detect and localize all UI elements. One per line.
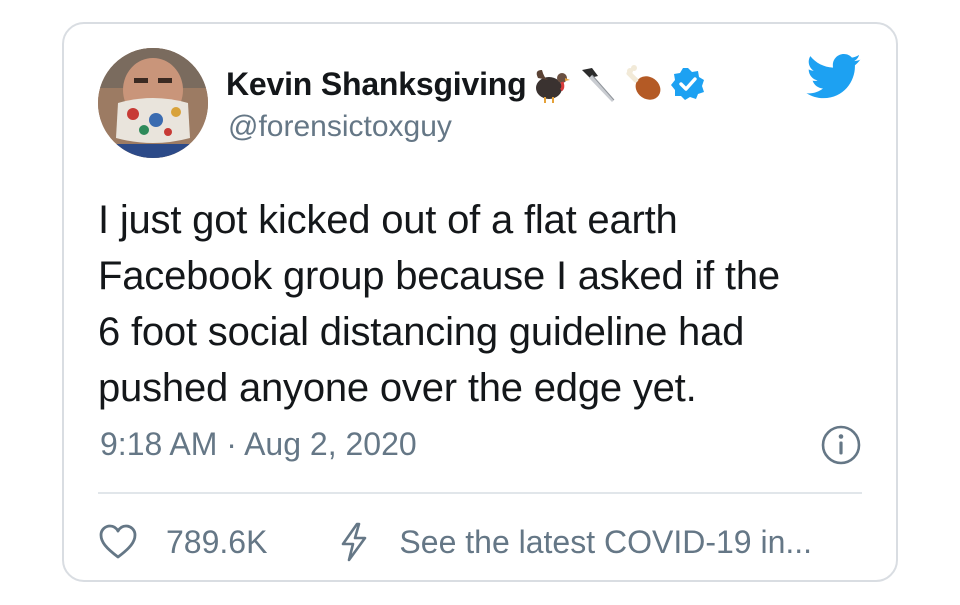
info-icon[interactable] [820, 424, 862, 466]
divider [98, 492, 862, 494]
lightning-bolt-icon[interactable] [337, 522, 371, 562]
avatar-image [98, 48, 208, 158]
avatar[interactable] [98, 48, 208, 158]
drumstick-emoji-icon [626, 65, 661, 100]
verified-badge-icon [671, 68, 705, 100]
like-count[interactable]: 789.6K [166, 524, 267, 561]
tweet-timestamp[interactable]: 9:18 AM · Aug 2, 2020 [100, 426, 417, 463]
user-handle[interactable]: @forensictoxguy [228, 110, 452, 144]
heart-icon[interactable] [98, 523, 138, 561]
author-name-row[interactable]: Kevin Shanksgiving [226, 62, 706, 106]
tweet-text-line: pushed anyone over the edge yet. [98, 366, 697, 410]
tweet-text-line: Facebook group because I asked if the [98, 254, 780, 298]
display-name[interactable]: Kevin Shanksgiving [226, 66, 527, 103]
turkey-emoji-icon [536, 70, 571, 103]
tweet-actions: 789.6K See the latest COVID-19 in... [98, 520, 812, 564]
knife-emoji-icon [582, 68, 615, 102]
covid-info-link[interactable]: See the latest COVID-19 in... [399, 524, 812, 561]
tweet-text-line: 6 foot social distancing guideline had [98, 310, 745, 354]
twitter-bird-icon[interactable] [806, 54, 862, 100]
tweet-text: I just got kicked out of a flat earth Fa… [98, 192, 858, 416]
tweet-card[interactable]: Kevin Shanksgiving @forensictoxguy I jus… [62, 22, 898, 582]
tweet-text-line: I just got kicked out of a flat earth [98, 198, 678, 242]
